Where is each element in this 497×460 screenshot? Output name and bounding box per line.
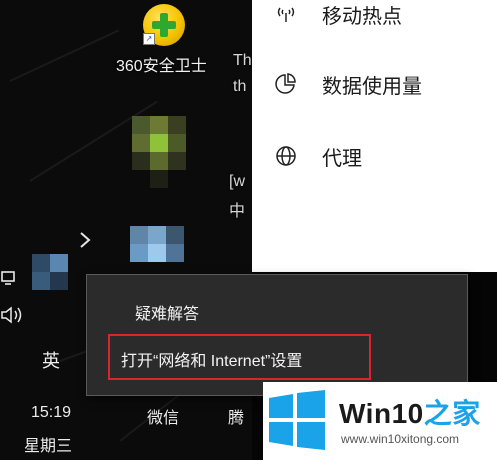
watermark-brand: Win10之家: [339, 392, 481, 432]
brand-prefix: Win10: [339, 398, 424, 429]
network-settings-panel: 移动热点 数据使用量 代理: [252, 0, 497, 272]
watermark-site: www.win10xitong.com: [341, 432, 460, 446]
desktop-icon-label[interactable]: [w: [229, 173, 245, 191]
data-usage-icon: [274, 72, 298, 96]
desktop-icon-label[interactable]: 中: [229, 197, 245, 221]
menu-item-troubleshoot[interactable]: 疑难解答: [87, 292, 467, 332]
taskbar-app-label[interactable]: 微信: [147, 404, 179, 428]
settings-item-mobile-hotspot[interactable]: 移动热点: [252, 0, 497, 34]
watermark-logo: Win10之家 www.win10xitong.com: [263, 382, 497, 460]
windows-logo-icon: [269, 390, 325, 450]
brand-suffix: 之家: [423, 398, 481, 429]
settings-item-proxy[interactable]: 代理: [252, 136, 497, 176]
settings-item-data-usage[interactable]: 数据使用量: [252, 64, 497, 104]
clock-time[interactable]: 15:19: [31, 404, 71, 422]
clock-weekday[interactable]: 星期三: [24, 432, 72, 456]
menu-item-label: 疑难解答: [135, 306, 200, 323]
settings-item-label: 移动热点: [322, 5, 402, 28]
screen: ↗ 360安全卫士 Th th [w 中 英 15:19 星期三 微信 腾 移动…: [0, 0, 497, 460]
desktop-icon-label[interactable]: th: [233, 78, 246, 96]
settings-item-label: 代理: [322, 147, 362, 170]
hotspot-icon: [274, 2, 298, 26]
speaker-icon[interactable]: [0, 305, 26, 325]
menu-item-open-network-settings[interactable]: 打开“网络和 Internet”设置: [87, 339, 467, 379]
desktop-icon-label[interactable]: Th: [233, 52, 252, 70]
desktop-icon-label[interactable]: 360安全卫士: [116, 52, 207, 76]
taskbar-app-label[interactable]: 腾: [228, 404, 244, 428]
settings-item-label: 数据使用量: [322, 75, 422, 98]
network-icon[interactable]: [0, 268, 22, 286]
menu-item-label: 打开“网络和 Internet”设置: [121, 353, 303, 370]
globe-icon: [274, 144, 298, 168]
wallpaper-streak: [9, 29, 120, 82]
chevron-right-icon[interactable]: [78, 230, 92, 250]
ime-indicator[interactable]: 英: [42, 347, 60, 373]
network-context-menu: 疑难解答 打开“网络和 Internet”设置: [86, 274, 468, 396]
shortcut-arrow-icon: ↗: [143, 33, 155, 45]
